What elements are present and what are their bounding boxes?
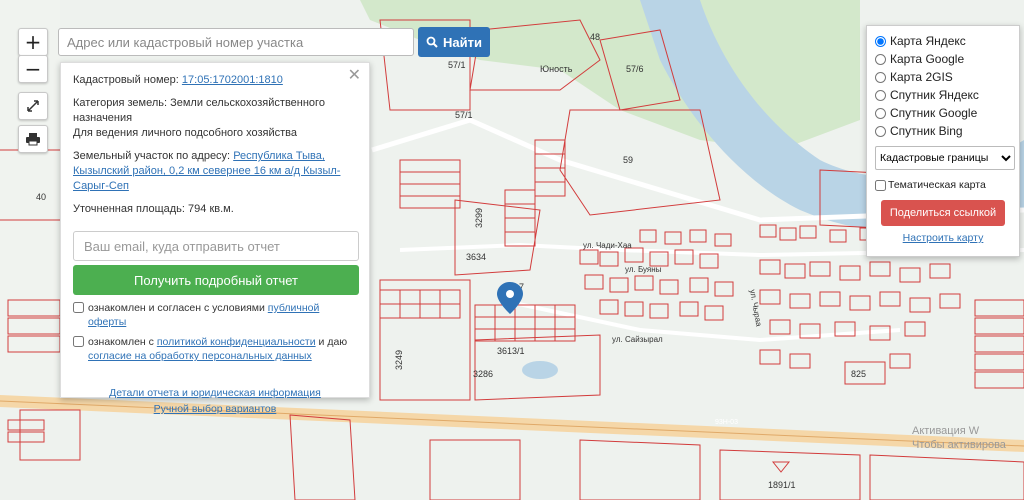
manual-selection-link[interactable]: Ручной выбор вариантов xyxy=(154,403,277,415)
area-row: Уточненная площадь: 794 кв.м. xyxy=(73,202,357,217)
privacy-consent: ознакомлен с политикой конфиденциальност… xyxy=(73,335,357,363)
setup-map-link[interactable]: Настроить карту xyxy=(875,232,1011,244)
layer-option-label: Спутник Яндекс xyxy=(890,88,979,102)
map-label: 3299 xyxy=(474,208,484,228)
printer-icon xyxy=(26,133,40,146)
map-label: 40 xyxy=(36,192,46,202)
map-label: 59 xyxy=(623,155,633,165)
pond xyxy=(522,361,558,379)
offer-consent-text: ознакомлен и согласен с условиями публич… xyxy=(88,301,357,329)
map-label: 3613/1 xyxy=(497,346,525,356)
street-label: ул. Чади-Хаа xyxy=(583,241,632,250)
offer-consent: ознакомлен и согласен с условиями публич… xyxy=(73,301,357,329)
email-field[interactable] xyxy=(73,231,359,261)
print-button[interactable] xyxy=(18,125,48,153)
layers-panel: Карта Яндекс Карта Google Карта 2GIS Спутни… xyxy=(866,25,1020,257)
thematic-toggle[interactable]: Тематическая карта xyxy=(875,176,1011,194)
close-icon[interactable]: ✕ xyxy=(348,67,361,83)
area-label: Уточненная площадь: xyxy=(73,203,185,215)
layer-option-label: Спутник Google xyxy=(890,106,978,120)
map-label: 3286 xyxy=(473,369,493,379)
watermark-text: Чтобы активирова xyxy=(912,439,1007,451)
data-processing-link[interactable]: согласие на обработку персональных данны… xyxy=(88,350,312,362)
expand-icon xyxy=(27,100,39,112)
layer-option-label: Карта Google xyxy=(890,52,965,66)
address-label: Земельный участок по адресу: xyxy=(73,150,231,162)
area-value: 794 кв.м. xyxy=(188,203,234,215)
layer-radio[interactable] xyxy=(875,53,886,65)
offer-checkbox[interactable] xyxy=(73,302,84,313)
get-report-button[interactable]: Получить подробный отчет xyxy=(73,265,359,295)
map-label: 1891/1 xyxy=(768,480,796,490)
fullscreen-button[interactable] xyxy=(18,92,48,120)
map-label: 57/1 xyxy=(448,60,466,70)
layer-option-label: Карта Яндекс xyxy=(890,34,966,48)
parcel-info-panel: ✕ Кадастровый номер: 17:05:1702001:1810 … xyxy=(60,62,370,415)
village-label: Юность xyxy=(540,64,573,74)
layer-option[interactable]: Карта Google xyxy=(875,50,1011,68)
map-label: 57/1 xyxy=(455,110,473,120)
search-input[interactable] xyxy=(58,28,414,56)
privacy-checkbox[interactable] xyxy=(73,336,84,347)
map-label: 57/6 xyxy=(626,64,644,74)
privacy-text-2: и даю xyxy=(318,336,348,348)
layer-radio[interactable] xyxy=(875,89,886,101)
layer-option-label: Спутник Bing xyxy=(890,124,963,138)
layer-options: Карта Яндекс Карта Google Карта 2GIS Спутни… xyxy=(875,32,1011,140)
category-row: Категория земель: Земли сельскохозяйстве… xyxy=(73,96,357,141)
map-label: 3634 xyxy=(466,252,486,262)
zoom-in-button[interactable]: + xyxy=(18,28,48,56)
street-label: ул. Буяны xyxy=(625,265,662,274)
street-label: ул. Сайзырал xyxy=(612,335,663,344)
layer-option[interactable]: Карта Яндекс xyxy=(875,32,1011,50)
zoom-out-button[interactable]: − xyxy=(18,55,48,83)
offer-text: ознакомлен и согласен с условиями xyxy=(88,302,265,314)
layer-option-label: Карта 2GIS xyxy=(890,70,953,84)
watermark-text: Активация W xyxy=(912,425,980,437)
cadastral-label: Кадастровый номер: xyxy=(73,74,179,86)
address-row: Земельный участок по адресу: Республика … xyxy=(73,149,357,194)
layer-radio[interactable] xyxy=(875,125,886,137)
layer-option[interactable]: Спутник Яндекс xyxy=(875,86,1011,104)
report-details-link[interactable]: Детали отчета и юридическая информация xyxy=(109,387,321,399)
share-link-button[interactable]: Поделиться ссылкой xyxy=(881,200,1005,226)
thematic-label: Тематическая карта xyxy=(888,179,986,191)
layer-radio[interactable] xyxy=(875,35,886,47)
cadastral-row: Кадастровый номер: 17:05:1702001:1810 xyxy=(73,73,357,88)
cadastral-number-link[interactable]: 17:05:1702001:1810 xyxy=(182,74,283,86)
layer-option[interactable]: Спутник Google xyxy=(875,104,1011,122)
layer-radio[interactable] xyxy=(875,71,886,83)
layer-option[interactable]: Карта 2GIS xyxy=(875,68,1011,86)
map-label: 3249 xyxy=(394,350,404,370)
privacy-policy-link[interactable]: политикой конфиденциальности xyxy=(157,336,316,348)
layer-option[interactable]: Спутник Bing xyxy=(875,122,1011,140)
privacy-text: ознакомлен с xyxy=(88,336,154,348)
privacy-consent-text: ознакомлен с политикой конфиденциальност… xyxy=(88,335,357,363)
overlay-select[interactable]: Кадастровые границы xyxy=(875,146,1015,170)
usage-value: Для ведения личного подсобного хозяйства xyxy=(73,127,297,139)
layer-radio[interactable] xyxy=(875,107,886,119)
search-icon xyxy=(426,36,438,48)
map-label: 825 xyxy=(851,369,866,379)
search-button[interactable]: Найти xyxy=(418,27,490,57)
thematic-checkbox[interactable] xyxy=(875,179,886,191)
map-label: 48 xyxy=(590,32,600,42)
road-code-label: 93Н-03 xyxy=(715,419,738,426)
category-label: Категория земель: xyxy=(73,97,168,109)
search-button-label: Найти xyxy=(443,34,482,50)
panel-links: Детали отчета и юридическая информация Р… xyxy=(73,385,357,417)
